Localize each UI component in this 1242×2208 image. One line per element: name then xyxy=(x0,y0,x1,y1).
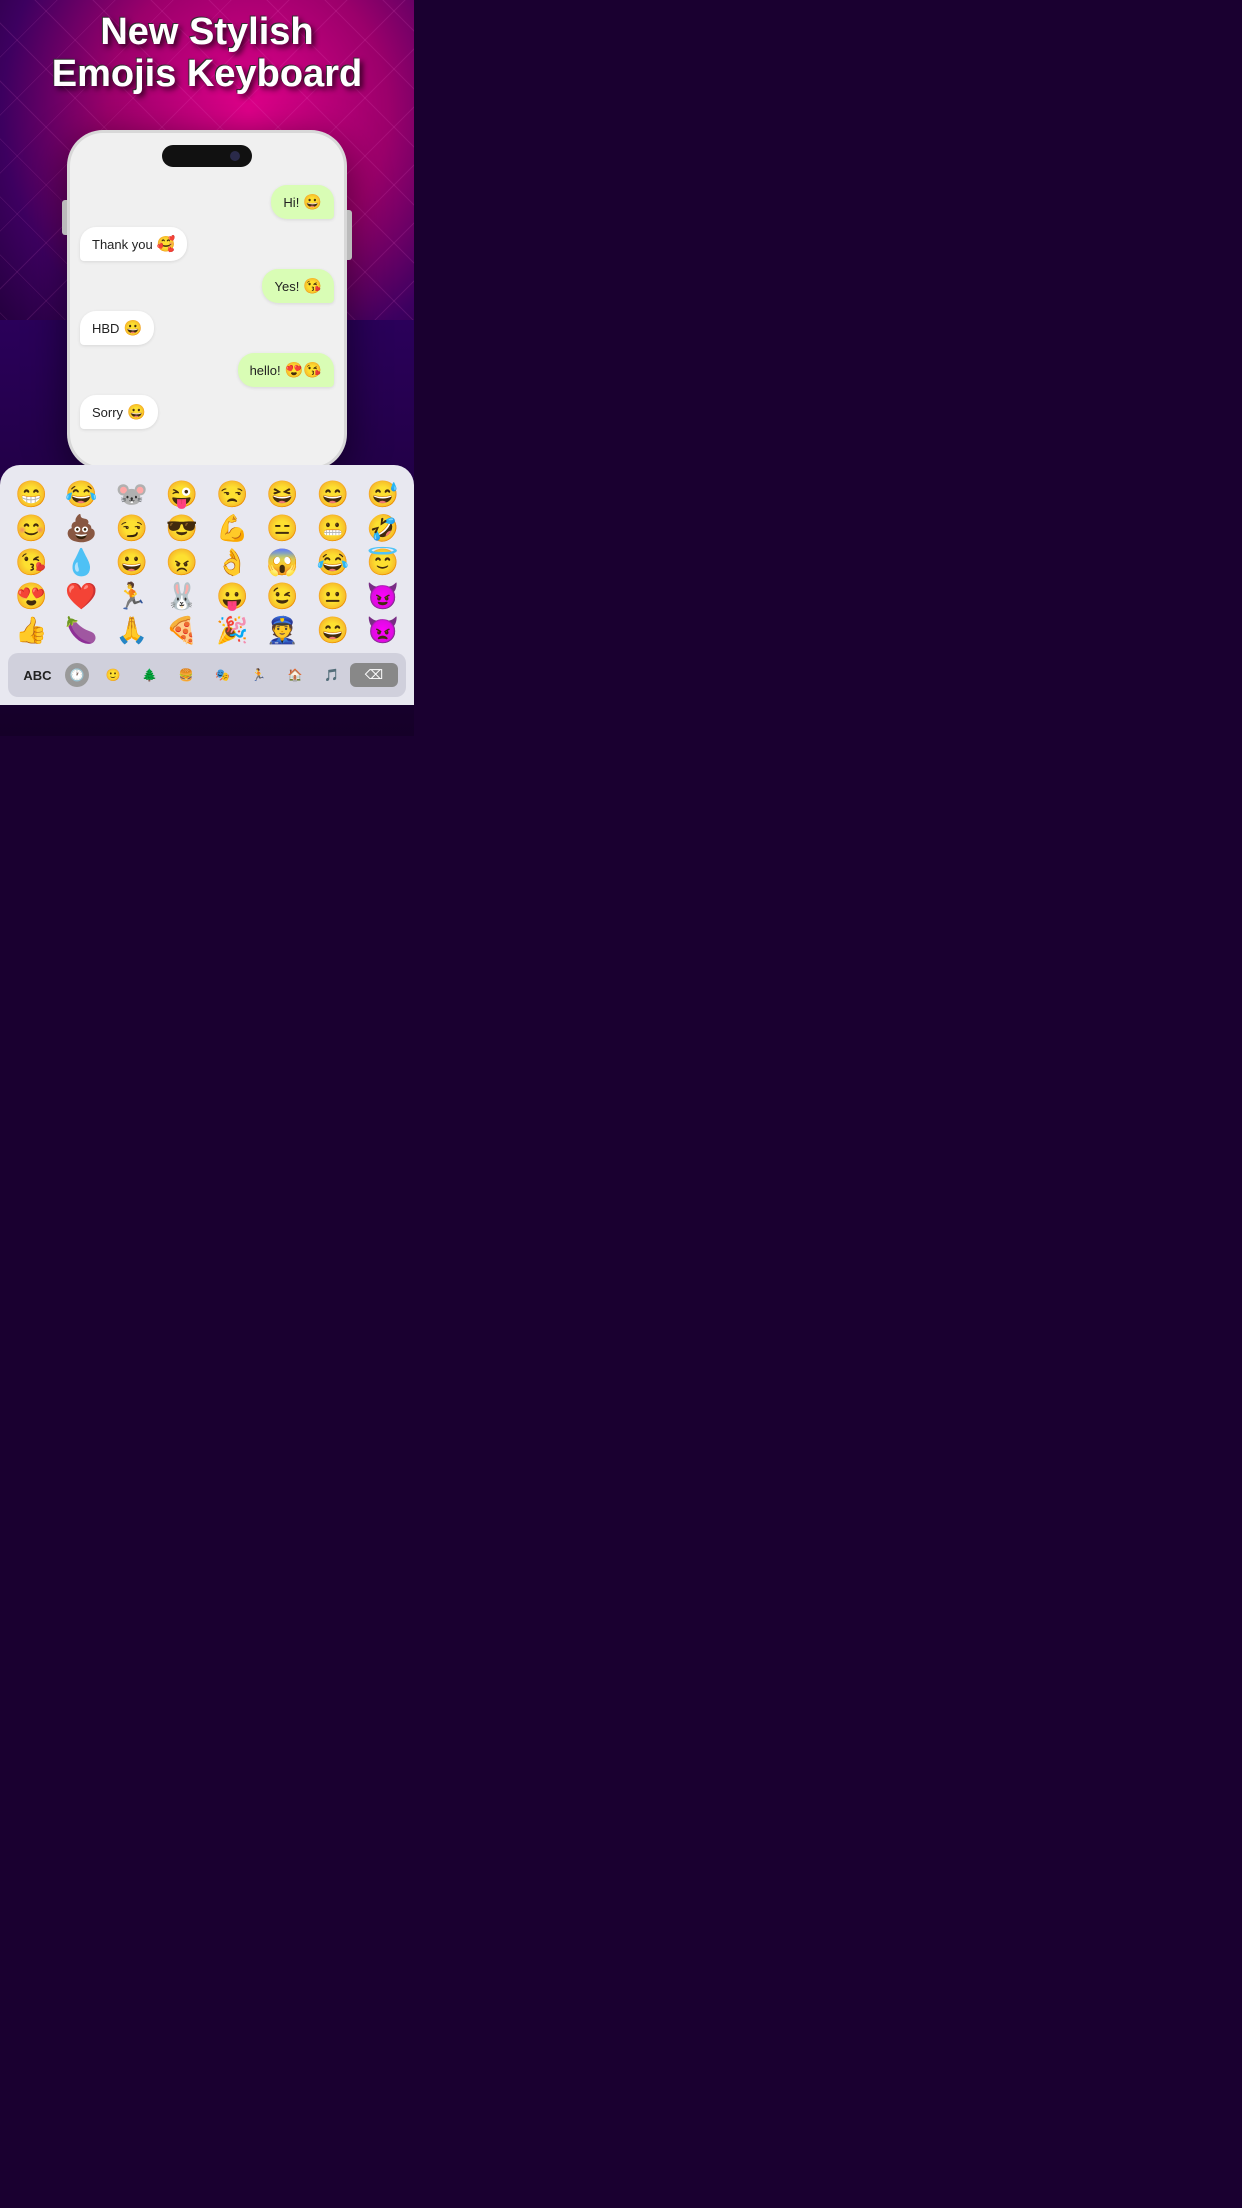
food-category-button[interactable]: 🍔 xyxy=(168,664,204,686)
msg-emoji-6: 😀 xyxy=(127,403,146,421)
emoji-joy2[interactable]: 😂 xyxy=(310,547,356,577)
emoji-wink[interactable]: 😉 xyxy=(259,581,305,611)
emoji-neutral[interactable]: 😐 xyxy=(310,581,356,611)
emoji-stuck-out-tongue[interactable]: 😜 xyxy=(159,479,205,509)
emoji-smile[interactable]: 😄 xyxy=(310,479,356,509)
emoji-grinning[interactable]: 😁 xyxy=(8,479,54,509)
emoji-pizza[interactable]: 🍕 xyxy=(159,615,205,645)
emoji-grin[interactable]: 😀 xyxy=(109,547,155,577)
recent-emoji-button[interactable]: 🕐 xyxy=(59,659,95,691)
backspace-icon: ⌫ xyxy=(365,667,383,683)
emoji-devil[interactable]: 👿 xyxy=(360,615,406,645)
clock-icon: 🕐 xyxy=(65,663,89,687)
msg-text-2: Thank you xyxy=(92,237,153,252)
symbols-category-button[interactable]: 🎵 xyxy=(313,664,349,686)
app-title: New Stylish Emojis Keyboard xyxy=(0,12,414,96)
emoji-eggplant[interactable]: 🍆 xyxy=(58,615,104,645)
message-6: Sorry 😀 xyxy=(80,395,158,429)
smiley-category-button[interactable]: 🙂 xyxy=(95,664,131,686)
emoji-rabbit[interactable]: 🐰 xyxy=(159,581,205,611)
abc-button[interactable]: ABC xyxy=(16,664,59,687)
keyboard-bottom-bar: ABC 🕐 🙂 🌲 🍔 🎭 🏃 🏠 🎵 ⌫ xyxy=(8,653,406,697)
emoji-keyboard: 😁 😂 🐭 😜 😒 😆 😄 😅 😊 💩 😏 😎 💪 😑 😬 🤣 😘 💧 😀 😠 … xyxy=(0,465,414,705)
emoji-scream[interactable]: 😱 xyxy=(259,547,305,577)
emoji-blush[interactable]: 😊 xyxy=(8,513,54,543)
msg-emoji-1: 😀 xyxy=(303,193,322,211)
message-4: HBD 😀 xyxy=(80,311,154,345)
emoji-muscle[interactable]: 💪 xyxy=(209,513,255,543)
emoji-laughing[interactable]: 😆 xyxy=(259,479,305,509)
msg-emoji-5: 😍😘 xyxy=(285,361,322,379)
message-5: hello! 😍😘 xyxy=(238,353,334,387)
food-icon: 🍔 xyxy=(179,668,194,682)
emoji-mouse[interactable]: 🐭 xyxy=(109,479,155,509)
emoji-sweat-smile[interactable]: 😅 xyxy=(360,479,406,509)
msg-text-4: HBD xyxy=(92,321,119,336)
emoji-poop[interactable]: 💩 xyxy=(58,513,104,543)
emoji-runner[interactable]: 🏃 xyxy=(109,581,155,611)
tree-icon: 🌲 xyxy=(142,668,157,682)
emoji-grinning2[interactable]: 😄 xyxy=(310,615,356,645)
msg-text-1: Hi! xyxy=(283,195,299,210)
travel-icon: 🏃 xyxy=(251,668,266,682)
msg-emoji-3: 😘 xyxy=(303,277,322,295)
emoji-smirk[interactable]: 😏 xyxy=(109,513,155,543)
emoji-unamused[interactable]: 😒 xyxy=(209,479,255,509)
phone-mockup: Hi! 😀 Thank you 🥰 Yes! 😘 HBD 😀 hello! 😍 xyxy=(67,130,347,470)
emoji-expressionless[interactable]: 😑 xyxy=(259,513,305,543)
chat-area: Hi! 😀 Thank you 🥰 Yes! 😘 HBD 😀 hello! 😍 xyxy=(70,177,344,467)
emoji-party[interactable]: 🎉 xyxy=(209,615,255,645)
message-1: Hi! 😀 xyxy=(271,185,334,219)
emoji-police[interactable]: 👮 xyxy=(259,615,305,645)
emoji-sweat-drops[interactable]: 💧 xyxy=(58,547,104,577)
emoji-heart[interactable]: ❤️ xyxy=(58,581,104,611)
emoji-thumbsup[interactable]: 👍 xyxy=(8,615,54,645)
emoji-rofl[interactable]: 🤣 xyxy=(360,513,406,543)
objects-category-button[interactable]: 🏠 xyxy=(277,664,313,686)
emoji-smiling-devil[interactable]: 😈 xyxy=(360,581,406,611)
message-2: Thank you 🥰 xyxy=(80,227,187,261)
activity-icon: 🎭 xyxy=(215,668,230,682)
title-line1: New Stylish xyxy=(20,12,394,54)
phone-notch xyxy=(162,145,252,167)
msg-emoji-2: 🥰 xyxy=(157,235,176,253)
emoji-innocent[interactable]: 😇 xyxy=(360,547,406,577)
emoji-praying[interactable]: 🙏 xyxy=(109,615,155,645)
emoji-grid: 😁 😂 🐭 😜 😒 😆 😄 😅 😊 💩 😏 😎 💪 😑 😬 🤣 😘 💧 😀 😠 … xyxy=(8,479,406,645)
emoji-grimacing[interactable]: 😬 xyxy=(310,513,356,543)
delete-button[interactable]: ⌫ xyxy=(350,663,398,687)
msg-text-5: hello! xyxy=(250,363,281,378)
travel-category-button[interactable]: 🏃 xyxy=(241,664,277,686)
emoji-tongue[interactable]: 😛 xyxy=(209,581,255,611)
emoji-kissing-heart[interactable]: 😘 xyxy=(8,547,54,577)
msg-emoji-4: 😀 xyxy=(123,319,142,337)
smiley-icon: 🙂 xyxy=(106,668,121,682)
emoji-ok-hand[interactable]: 👌 xyxy=(209,547,255,577)
emoji-angry[interactable]: 😠 xyxy=(159,547,205,577)
msg-text-6: Sorry xyxy=(92,405,123,420)
objects-icon: 🏠 xyxy=(288,668,303,682)
symbols-icon: 🎵 xyxy=(324,668,339,682)
phone-btn-left xyxy=(62,200,67,235)
title-line2: Emojis Keyboard xyxy=(20,54,394,96)
nature-category-button[interactable]: 🌲 xyxy=(132,664,168,686)
activity-category-button[interactable]: 🎭 xyxy=(204,664,240,686)
message-3: Yes! 😘 xyxy=(262,269,334,303)
emoji-sunglasses[interactable]: 😎 xyxy=(159,513,205,543)
emoji-heart-eyes[interactable]: 😍 xyxy=(8,581,54,611)
msg-text-3: Yes! xyxy=(274,279,299,294)
emoji-joy[interactable]: 😂 xyxy=(58,479,104,509)
phone-btn-right xyxy=(347,210,352,260)
phone-screen: Hi! 😀 Thank you 🥰 Yes! 😘 HBD 😀 hello! 😍 xyxy=(70,133,344,467)
